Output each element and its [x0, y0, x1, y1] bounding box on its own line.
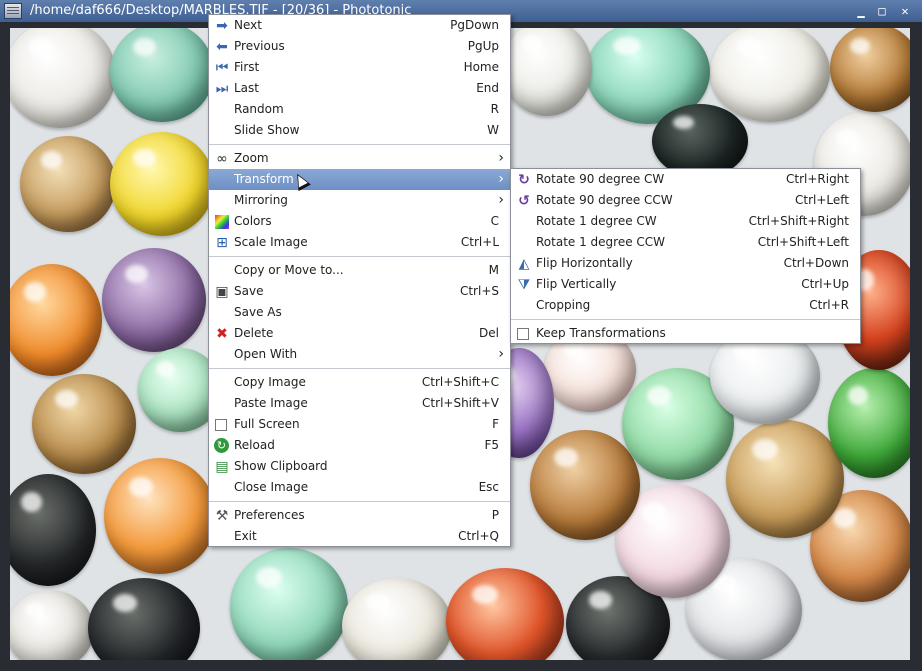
chevron-right-icon: ›	[498, 171, 504, 187]
tools-icon: ⚒	[215, 508, 229, 524]
menu-item-paste-image[interactable]: Paste Image Ctrl+Shift+V	[209, 393, 510, 414]
menu-item-reload[interactable]: ↻ Reload F5	[209, 435, 510, 456]
rotate-ccw-icon: ↺	[518, 193, 530, 209]
app-icon[interactable]	[4, 3, 22, 19]
chevron-right-icon: ›	[498, 346, 504, 362]
reload-icon: ↻	[214, 438, 229, 453]
submenu-item-rotate-90-cw[interactable]: ↻ Rotate 90 degree CW Ctrl+Right	[511, 169, 860, 190]
marble	[32, 374, 136, 474]
menu-separator	[209, 501, 510, 502]
menu-item-previous[interactable]: ⬅ Previous PgUp	[209, 36, 510, 57]
marble	[342, 578, 452, 660]
marble	[726, 420, 844, 538]
menu-item-delete[interactable]: ✖ Delete Del	[209, 323, 510, 344]
arrow-right-icon: ➡	[216, 18, 228, 34]
marble	[10, 264, 102, 376]
submenu-item-rotate-1-cw[interactable]: Rotate 1 degree CW Ctrl+Shift+Right	[511, 211, 860, 232]
flip-vertical-icon: ⧩	[517, 277, 531, 293]
marble	[652, 104, 748, 178]
marble	[830, 28, 910, 112]
marble	[10, 28, 116, 128]
marble	[102, 248, 206, 352]
marble	[88, 578, 200, 660]
marble	[110, 132, 214, 236]
marble	[230, 548, 348, 660]
context-menu: ➡ Next PgDown ⬅ Previous PgUp ⏮ First Ho…	[208, 14, 511, 547]
close-button[interactable]: ✕	[897, 3, 913, 19]
marble	[828, 368, 910, 478]
menu-separator	[209, 368, 510, 369]
menu-item-show-clipboard[interactable]: ▤ Show Clipboard	[209, 456, 510, 477]
submenu-item-keep-transformations[interactable]: Keep Transformations	[511, 323, 860, 344]
marble	[110, 28, 214, 122]
submenu-item-flip-horizontally[interactable]: ◭ Flip Horizontally Ctrl+Down	[511, 253, 860, 274]
first-icon: ⏮	[215, 60, 229, 76]
chevron-right-icon: ›	[498, 150, 504, 166]
menu-item-first[interactable]: ⏮ First Home	[209, 57, 510, 78]
marble	[446, 568, 564, 660]
menu-item-close-image[interactable]: Close Image Esc	[209, 477, 510, 498]
keep-transformations-checkbox[interactable]	[517, 328, 529, 340]
menu-item-last[interactable]: ⏭ Last End	[209, 78, 510, 99]
marble	[530, 430, 640, 540]
menu-item-colors[interactable]: Colors C	[209, 211, 510, 232]
menu-item-scale-image[interactable]: ⊞ Scale Image Ctrl+L	[209, 232, 510, 253]
menu-item-copy-image[interactable]: Copy Image Ctrl+Shift+C	[209, 372, 510, 393]
menu-item-open-with[interactable]: Open With ›	[209, 344, 510, 365]
arrow-left-icon: ⬅	[216, 39, 228, 55]
submenu-item-rotate-1-ccw[interactable]: Rotate 1 degree CCW Ctrl+Shift+Left	[511, 232, 860, 253]
menu-item-slide-show[interactable]: Slide Show W	[209, 120, 510, 141]
menu-item-transform[interactable]: Transform ›	[209, 169, 510, 190]
menu-separator	[209, 144, 510, 145]
full-screen-checkbox[interactable]	[215, 419, 227, 431]
menu-item-copy-move[interactable]: Copy or Move to... M	[209, 260, 510, 281]
marble	[10, 590, 94, 660]
floppy-icon: ▣	[215, 284, 229, 300]
marble	[710, 28, 830, 122]
rotate-cw-icon: ↻	[518, 172, 530, 188]
menu-item-save[interactable]: ▣ Save Ctrl+S	[209, 281, 510, 302]
colors-icon	[215, 215, 229, 229]
clipboard-icon: ▤	[215, 459, 229, 475]
menu-separator	[209, 256, 510, 257]
marble	[20, 136, 116, 232]
submenu-item-cropping[interactable]: Cropping Ctrl+R	[511, 295, 860, 316]
maximize-button[interactable]: □	[874, 3, 890, 19]
menu-item-exit[interactable]: Exit Ctrl+Q	[209, 526, 510, 547]
flip-horizontal-icon: ◭	[518, 256, 530, 272]
menu-item-full-screen[interactable]: Full Screen F	[209, 414, 510, 435]
menu-item-mirroring[interactable]: Mirroring ›	[209, 190, 510, 211]
chevron-right-icon: ›	[498, 192, 504, 208]
marble	[104, 458, 216, 574]
menu-separator	[511, 319, 860, 320]
minimize-button[interactable]: ▁	[853, 3, 869, 19]
binoculars-icon: ∞	[216, 151, 228, 167]
marble	[10, 474, 96, 586]
submenu-item-flip-vertically[interactable]: ⧩ Flip Vertically Ctrl+Up	[511, 274, 860, 295]
scale-icon: ⊞	[216, 235, 228, 251]
last-icon: ⏭	[215, 81, 229, 97]
menu-item-random[interactable]: Random R	[209, 99, 510, 120]
transform-submenu: ↻ Rotate 90 degree CW Ctrl+Right ↺ Rotat…	[510, 168, 861, 344]
submenu-item-rotate-90-ccw[interactable]: ↺ Rotate 90 degree CCW Ctrl+Left	[511, 190, 860, 211]
menu-item-zoom[interactable]: ∞ Zoom ›	[209, 148, 510, 169]
delete-icon: ✖	[216, 326, 228, 342]
menu-item-preferences[interactable]: ⚒ Preferences P	[209, 505, 510, 526]
marble	[502, 28, 592, 116]
menu-item-next[interactable]: ➡ Next PgDown	[209, 15, 510, 36]
menu-item-save-as[interactable]: Save As	[209, 302, 510, 323]
